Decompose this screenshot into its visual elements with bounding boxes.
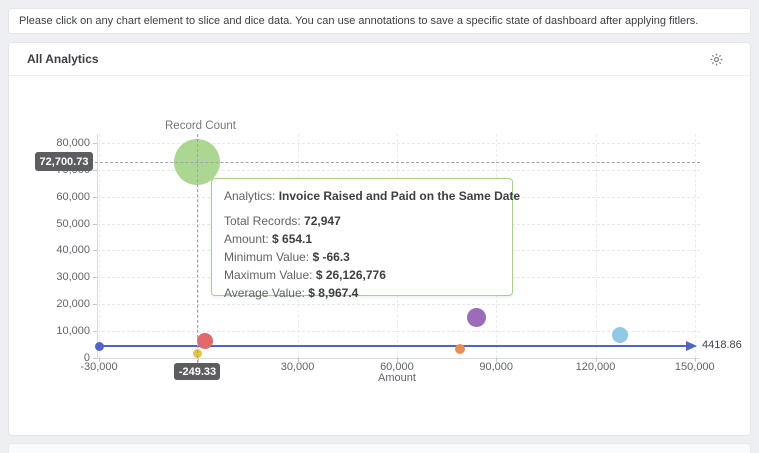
info-banner: Please click on any chart element to sli… (8, 8, 751, 34)
next-panel-sliver (8, 443, 751, 453)
analytics-panel-header: All Analytics (9, 43, 750, 76)
chart-bubble[interactable] (467, 308, 486, 327)
chart-tooltip: Analytics: Invoice Raised and Paid on th… (211, 178, 513, 296)
tooltip-row: Total Records: 72,947 (224, 212, 500, 230)
tooltip-analytics-name: Invoice Raised and Paid on the Same Date (279, 189, 520, 203)
panel-title: All Analytics (9, 52, 99, 66)
chart-bubble[interactable] (455, 344, 465, 354)
dashboard-page: Please click on any chart element to sli… (0, 0, 759, 453)
info-banner-text: Please click on any chart element to sli… (19, 15, 698, 27)
tooltip-rows: Total Records: 72,947Amount: $ 654.1Mini… (224, 212, 500, 302)
tooltip-title: Analytics: Invoice Raised and Paid on th… (224, 189, 500, 203)
line-start-point[interactable] (95, 342, 104, 351)
tooltip-row: Average Value: $ 8,967.4 (224, 284, 500, 302)
tooltip-row: Minimum Value: $ -66.3 (224, 248, 500, 266)
gear-icon[interactable] (709, 52, 724, 67)
tooltip-row: Amount: $ 654.1 (224, 230, 500, 248)
tooltip-row: Maximum Value: $ 26,126,776 (224, 266, 500, 284)
chart-bubble[interactable] (197, 333, 213, 349)
